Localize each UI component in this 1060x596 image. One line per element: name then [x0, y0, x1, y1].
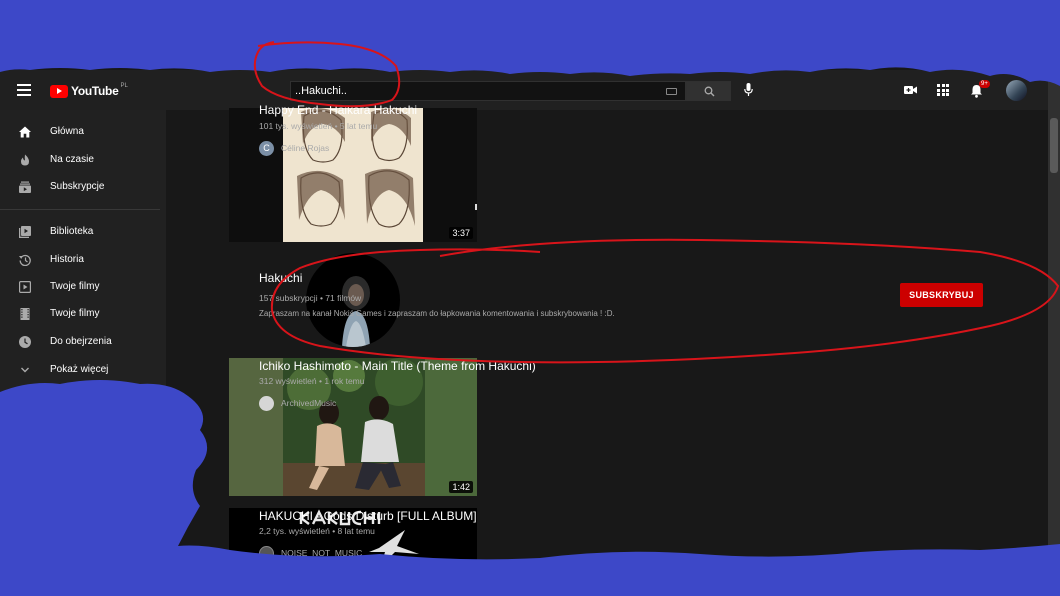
search-input[interactable]: ..Hakuchi.. — [290, 81, 686, 101]
sidebar-item-label: Pokaż więcej — [50, 364, 109, 375]
library-icon — [19, 226, 31, 238]
home-icon — [19, 126, 31, 138]
sidebar-item-history[interactable]: Historia — [0, 246, 166, 274]
create-video-icon[interactable] — [904, 85, 917, 95]
sidebar-item-label: Na czasie — [50, 154, 94, 165]
channel-name: Céline Rojas — [281, 143, 330, 153]
channel-name: ArchivedMusic — [281, 398, 337, 408]
channel-meta: 157 subskrypcji • 71 filmów — [259, 293, 362, 303]
sidebar-item-label: Twoje filmy — [50, 308, 100, 319]
hamburger-menu-icon[interactable] — [17, 84, 31, 96]
notification-badge: 9+ — [979, 80, 990, 88]
sidebar-item-label: Historia — [50, 254, 84, 265]
channel-link[interactable]: ArchivedMusic — [259, 395, 336, 411]
top-bar: YouTube PL ..Hakuchi.. 9+ — [0, 70, 1048, 110]
youtube-logo[interactable]: YouTube PL — [50, 83, 128, 99]
video-title[interactable]: Happy End - Haikara Hakuchi — [259, 103, 417, 117]
youtube-app: YouTube PL ..Hakuchi.. 9+ Główna Na czas… — [0, 0, 1060, 596]
microphone-icon[interactable] — [744, 83, 753, 97]
logo-text: YouTube — [71, 84, 119, 98]
sidebar-item-movies[interactable]: Twoje filmy — [0, 300, 166, 328]
search-button[interactable] — [686, 81, 731, 101]
video-meta: 2,2 tys. wyświetleń • 8 lat temu — [259, 526, 375, 536]
history-icon — [19, 254, 31, 266]
sidebar-item-label: Do obejrzenia — [50, 336, 112, 347]
video-title[interactable]: HAKUCHI - Gods Disturb [FULL ALBUM] — [259, 509, 477, 523]
sidebar: Główna Na czasie Subskrypcje Biblioteka … — [0, 110, 166, 596]
movies-icon — [20, 308, 30, 320]
watch-later-icon — [19, 336, 31, 348]
avatar[interactable] — [1006, 80, 1027, 101]
scrollbar-thumb[interactable] — [1050, 118, 1058, 173]
youtube-play-icon — [50, 84, 68, 98]
chevron-down-icon — [21, 367, 29, 373]
scrollbar[interactable] — [1048, 70, 1060, 596]
sidebar-item-label: Subskrypcje — [50, 181, 105, 192]
sidebar-item-subscriptions[interactable]: Subskrypcje — [0, 173, 166, 201]
apps-grid-icon[interactable] — [937, 84, 949, 96]
search-value: ..Hakuchi.. — [295, 85, 347, 97]
sidebar-item-trending[interactable]: Na czasie — [0, 146, 166, 174]
channel-description: Zapraszam na kanał Nokiś Games i zaprasz… — [259, 309, 615, 318]
sidebar-item-library[interactable]: Biblioteka — [0, 218, 166, 246]
channel-link[interactable]: C Céline Rojas — [259, 140, 329, 156]
sidebar-item-label: Twoje filmy — [50, 281, 100, 292]
sidebar-item-home[interactable]: Główna — [0, 118, 166, 146]
subscriptions-icon — [19, 181, 31, 193]
trending-icon — [21, 154, 29, 166]
channel-avatar — [259, 395, 274, 411]
your-videos-icon — [19, 281, 31, 293]
sidebar-divider — [0, 209, 160, 210]
video-meta: 312 wyświetleń • 1 rok temu — [259, 376, 365, 386]
video-title[interactable]: Ichiko Hashimoto - Main Title (Theme fro… — [259, 359, 536, 373]
channel-title[interactable]: Hakuchi — [259, 271, 302, 285]
sidebar-item-your-videos[interactable]: Twoje filmy — [0, 273, 166, 301]
channel-name: NOISE_NOT_MUSIC — [281, 548, 363, 558]
sidebar-item-show-more[interactable]: Pokaż więcej — [0, 356, 166, 384]
search-icon — [704, 86, 715, 97]
subscribe-button[interactable]: SUBSKRYBUJ — [900, 283, 983, 307]
video-duration: 3:37 — [449, 227, 473, 239]
sidebar-item-label: Główna — [50, 126, 84, 137]
video-duration: 1:42 — [449, 481, 473, 493]
video-meta: 101 tys. wyświetleń • 5 lat temu — [259, 121, 378, 131]
channel-avatar — [259, 545, 274, 561]
sidebar-item-label: Biblioteka — [50, 226, 94, 237]
channel-link[interactable]: NOISE_NOT_MUSIC — [259, 545, 362, 561]
channel-avatar: C — [259, 140, 274, 156]
keyboard-icon[interactable] — [666, 88, 677, 95]
sidebar-item-watch-later[interactable]: Do obejrzenia — [0, 328, 166, 356]
logo-region: PL — [120, 83, 128, 89]
